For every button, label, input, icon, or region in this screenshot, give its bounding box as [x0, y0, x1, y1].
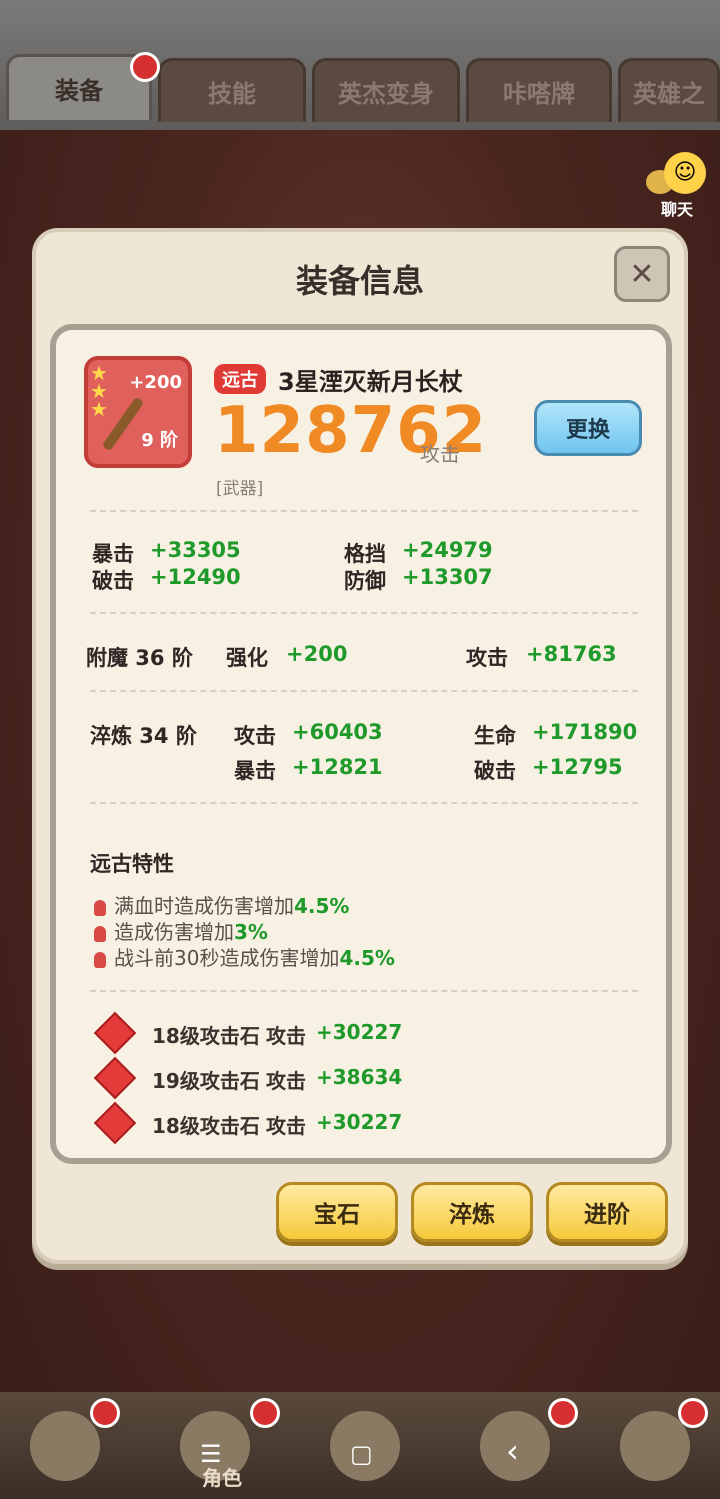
stat-label: 破击 [474, 759, 516, 783]
attack-gem-icon [93, 1101, 137, 1145]
advance-button[interactable]: 进阶 [546, 1182, 668, 1242]
strengthen-label: 强化 [226, 646, 268, 670]
stat-value: +33305 [150, 538, 241, 562]
enchant-attack-value: +81763 [526, 642, 617, 666]
stat-value: +171890 [532, 720, 638, 744]
star-icon: ★ ★ ★ [90, 361, 108, 421]
enchant-attack-label: 攻击 [466, 646, 508, 670]
gem-name: 18级攻击石 [152, 1024, 260, 1048]
trait-item: 战斗前30秒造成伤害增加4.5% [94, 942, 395, 971]
chat-label: 聊天 [660, 200, 693, 219]
divider [90, 990, 638, 992]
gem-value: +38634 [316, 1065, 403, 1089]
notification-bell-icon [90, 1398, 120, 1428]
enchant-label: 附魔 36 阶 [86, 646, 193, 670]
stat-value: +12821 [292, 755, 383, 779]
notification-bell-icon [130, 52, 160, 82]
item-icon[interactable]: ★ ★ ★ +200 9 阶 [84, 356, 192, 468]
tab-row: 装备 技能 英杰变身 咔嗒牌 英雄之 [0, 54, 720, 124]
divider [90, 612, 638, 614]
tab-hero-transform[interactable]: 英杰变身 [312, 58, 460, 122]
character-icon [30, 1410, 100, 1481]
close-button[interactable]: ✕ [614, 246, 670, 302]
tab-card[interactable]: 咔嗒牌 [466, 58, 612, 122]
stat-label: 暴击 [234, 759, 276, 783]
stat-label: 攻击 [234, 724, 276, 748]
divider [90, 510, 638, 512]
gem-button[interactable]: 宝石 [276, 1182, 398, 1242]
tab-hero[interactable]: 英雄之 [618, 58, 720, 122]
stat-value: +13307 [402, 565, 493, 589]
close-icon: ✕ [629, 256, 655, 292]
back-icon[interactable]: ‹ [506, 1432, 519, 1470]
item-grade: 9 阶 [141, 430, 178, 451]
power-label: 攻击 [420, 442, 460, 466]
equipment-info-dialog: 装备信息 ✕ ★ ★ ★ +200 9 阶 远古 3星湮灭新月长杖 128762 攻… [32, 228, 688, 1264]
stat-label: 格挡 [344, 542, 386, 566]
notification-bell-icon [250, 1398, 280, 1428]
trait-value: 3% [234, 920, 268, 944]
trait-item: 造成伤害增加3% [94, 916, 268, 945]
trait-value: 4.5% [339, 946, 395, 970]
temper-button[interactable]: 淬炼 [411, 1182, 533, 1242]
menu-icon[interactable]: ☰ [200, 1440, 222, 1468]
trait-item: 满血时造成伤害增加4.5% [94, 890, 349, 919]
notification-bell-icon [678, 1398, 708, 1428]
chat-button[interactable]: ☺ 聊天 [646, 152, 708, 222]
stat-label: 破击 [92, 569, 134, 593]
gem-stat: 攻击 [266, 1024, 306, 1048]
chat-face-icon: ☺ [664, 152, 706, 194]
trait-text: 造成伤害增加 [114, 920, 234, 944]
stat-value: +12490 [150, 565, 241, 589]
divider [90, 690, 638, 692]
item-type: [武器] [216, 479, 264, 499]
attack-gem-icon [93, 1056, 137, 1100]
stat-value: +12795 [532, 755, 623, 779]
trait-text: 战斗前30秒造成伤害增加 [114, 946, 340, 970]
gem-name: 19级攻击石 [152, 1069, 260, 1093]
swap-button[interactable]: 更换 [534, 400, 642, 456]
item-plus: +200 [129, 372, 182, 393]
trait-bullet-icon [94, 925, 106, 942]
rarity-tag: 远古 [214, 364, 266, 394]
tab-skills[interactable]: 技能 [158, 58, 306, 122]
dialog-title: 装备信息 [295, 262, 424, 300]
divider [90, 802, 638, 804]
trait-value: 4.5% [294, 894, 350, 918]
item-name: 3星湮灭新月长杖 [278, 368, 463, 396]
strengthen-value: +200 [286, 642, 348, 666]
stat-value: +24979 [402, 538, 493, 562]
trait-bullet-icon [94, 899, 106, 916]
traits-title: 远古特性 [90, 852, 174, 876]
gem-name: 18级攻击石 [152, 1114, 260, 1138]
staff-icon [101, 396, 145, 452]
attack-gem-icon [93, 1011, 137, 1055]
temper-label: 淬炼 34 阶 [90, 724, 197, 748]
equipment-panel: ★ ★ ★ +200 9 阶 远古 3星湮灭新月长杖 128762 攻击 [武器] … [50, 324, 672, 1164]
stat-label: 生命 [474, 724, 516, 748]
gem-stat: 攻击 [266, 1114, 306, 1138]
stat-label: 暴击 [92, 542, 134, 566]
stat-label: 防御 [344, 569, 386, 593]
stat-value: +60403 [292, 720, 383, 744]
gem-value: +30227 [316, 1110, 403, 1134]
trait-text: 满血时造成伤害增加 [114, 894, 294, 918]
gem-stat: 攻击 [266, 1069, 306, 1093]
gem-value: +30227 [316, 1020, 403, 1044]
home-icon[interactable]: ▢ [350, 1440, 373, 1468]
notification-bell-icon [548, 1398, 578, 1428]
trait-bullet-icon [94, 951, 106, 968]
